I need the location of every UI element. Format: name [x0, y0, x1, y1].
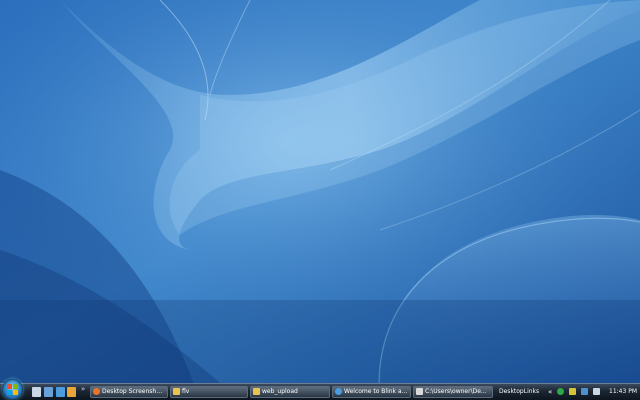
taskbar-button-label: web_upload — [262, 388, 298, 395]
security-icon[interactable] — [557, 388, 564, 395]
quick-launch-more-button[interactable]: » — [81, 385, 85, 393]
volume-icon[interactable] — [593, 388, 600, 395]
folder-icon — [173, 388, 180, 395]
taskbar-button[interactable]: Welcome to Blink a... — [332, 386, 411, 398]
taskbar-button-label: C:\Users\owner\De... — [425, 388, 487, 395]
desktoplinks-toolbar[interactable]: DesktopLinks — [499, 386, 539, 398]
folder-icon — [253, 388, 260, 395]
taskbar-button-label: Desktop Screenshot... — [102, 388, 165, 395]
desktop-wallpaper — [0, 0, 640, 400]
update-icon[interactable] — [569, 388, 576, 395]
firefox-icon — [93, 388, 100, 395]
taskbar-button-label: Welcome to Blink a... — [344, 388, 408, 395]
clock[interactable]: 11:43 PM — [609, 386, 637, 398]
network-icon[interactable] — [581, 388, 588, 395]
start-button[interactable] — [2, 379, 23, 400]
desktop-screen: » Desktop Screenshot... flv web_upload Welc… — [0, 0, 640, 400]
internet-explorer-icon — [335, 388, 342, 395]
taskbar: » Desktop Screenshot... flv web_upload Welc… — [0, 379, 640, 400]
tray-expand-button[interactable]: « — [548, 386, 552, 398]
command-prompt-icon — [416, 388, 423, 395]
taskbar-button[interactable]: Desktop Screenshot... — [90, 386, 168, 398]
taskbar-button[interactable]: web_upload — [250, 386, 330, 398]
taskbar-button[interactable]: flv — [170, 386, 248, 398]
taskbar-button[interactable]: C:\Users\owner\De... — [413, 386, 493, 398]
taskbar-button-label: flv — [182, 388, 190, 395]
windows-start-orb-icon — [7, 384, 18, 395]
show-desktop-icon[interactable] — [32, 387, 41, 397]
switch-windows-icon[interactable] — [44, 387, 53, 397]
media-player-icon[interactable] — [67, 387, 76, 397]
internet-explorer-icon[interactable] — [56, 387, 65, 397]
